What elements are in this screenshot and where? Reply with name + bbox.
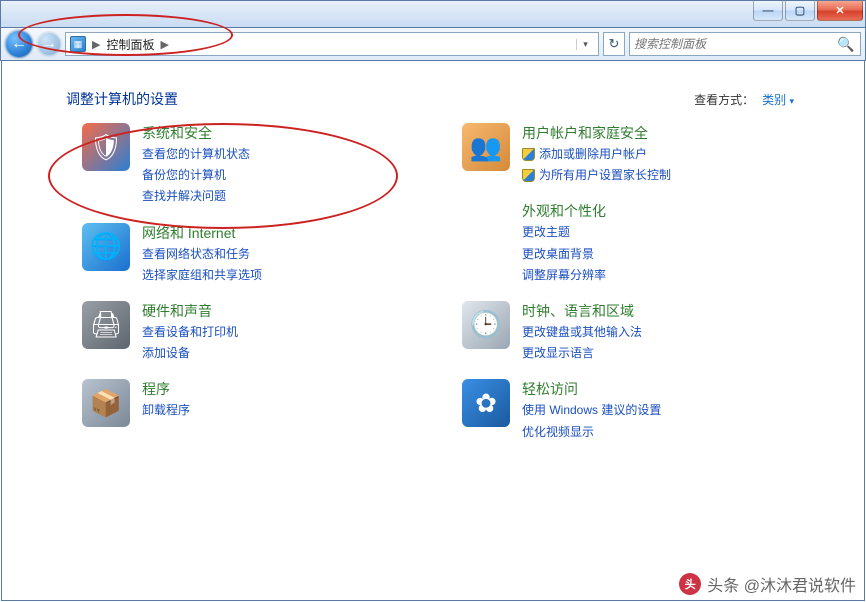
appearance-icon: 🖥 bbox=[462, 201, 510, 249]
users-icon: 👥 bbox=[462, 123, 510, 171]
category-body: 网络和 Internet 查看网络状态和任务选择家庭组和共享选项 bbox=[142, 223, 262, 285]
category-body: 用户帐户和家庭安全添加或删除用户帐户为所有用户设置家长控制 bbox=[522, 123, 671, 185]
watermark-text: 头条 @沐沐君说软件 bbox=[707, 572, 856, 596]
category-sublink[interactable]: 卸载程序 bbox=[142, 401, 190, 420]
nav-row: ← → ▦ ▶ 控制面板 ▶ ▾ ↻ 🔍 bbox=[0, 28, 866, 61]
security-icon: 🛡 bbox=[82, 123, 130, 171]
category-columns: 🛡系统和安全查看您的计算机状态备份您的计算机查找并解决问题🌐网络和 Intern… bbox=[2, 123, 864, 442]
content-area: 调整计算机的设置 查看方式： 类别 ▾ 🛡系统和安全查看您的计算机状态备份您的计… bbox=[1, 61, 865, 601]
access-icon: ✿ bbox=[462, 379, 510, 427]
column-right: 👥用户帐户和家庭安全添加或删除用户帐户为所有用户设置家长控制🖥外观和个性化更改主… bbox=[462, 123, 772, 442]
hardware-icon: 🖨 bbox=[82, 301, 130, 349]
category-title[interactable]: 用户帐户和家庭安全 bbox=[522, 123, 671, 143]
view-by: 查看方式： 类别 ▾ bbox=[694, 91, 794, 108]
search-button[interactable]: 🔍 bbox=[836, 36, 856, 53]
category-sublink[interactable]: 使用 Windows 建议的设置 bbox=[522, 401, 661, 420]
category-body: 硬件和声音查看设备和打印机添加设备 bbox=[142, 301, 238, 363]
minimize-button[interactable]: — bbox=[753, 1, 783, 21]
watermark-logo-icon: 头 bbox=[679, 573, 701, 595]
category-title[interactable]: 系统和安全 bbox=[142, 123, 250, 143]
breadcrumb-sep: ▶ bbox=[92, 38, 100, 51]
programs-icon: 📦 bbox=[82, 379, 130, 427]
category-sublink[interactable]: 查看您的计算机状态 bbox=[142, 145, 250, 164]
category-sublink[interactable]: 更改显示语言 bbox=[522, 344, 642, 363]
category-title[interactable]: 程序 bbox=[142, 379, 190, 399]
nav-forward-button[interactable]: → bbox=[37, 32, 61, 56]
address-dropdown-button[interactable]: ▾ bbox=[576, 39, 594, 50]
category-body: 程序卸载程序 bbox=[142, 379, 190, 420]
category-title[interactable]: 网络和 Internet bbox=[142, 223, 262, 243]
category-body: 系统和安全查看您的计算机状态备份您的计算机查找并解决问题 bbox=[142, 123, 250, 207]
category-programs: 📦 程序卸载程序 bbox=[82, 379, 392, 427]
chevron-down-icon: ▾ bbox=[789, 96, 794, 106]
category-title[interactable]: 外观和个性化 bbox=[522, 201, 606, 221]
category-clock: 🕒时钟、语言和区域更改键盘或其他输入法更改显示语言 bbox=[462, 301, 772, 363]
category-sublink[interactable]: 添加或删除用户帐户 bbox=[522, 145, 671, 164]
category-sublink[interactable]: 更改桌面背景 bbox=[522, 245, 606, 264]
address-bar[interactable]: ▦ ▶ 控制面板 ▶ ▾ bbox=[65, 32, 599, 56]
column-left: 🛡系统和安全查看您的计算机状态备份您的计算机查找并解决问题🌐网络和 Intern… bbox=[82, 123, 392, 442]
category-access: ✿轻松访问使用 Windows 建议的设置优化视频显示 bbox=[462, 379, 772, 441]
network-icon: 🌐 bbox=[82, 223, 130, 271]
category-sublink[interactable]: 为所有用户设置家长控制 bbox=[522, 166, 671, 185]
category-title[interactable]: 时钟、语言和区域 bbox=[522, 301, 642, 321]
category-sublink[interactable]: 更改主题 bbox=[522, 223, 606, 242]
category-sublink[interactable]: 调整屏幕分辨率 bbox=[522, 266, 606, 285]
category-title[interactable]: 轻松访问 bbox=[522, 379, 661, 399]
category-title[interactable]: 硬件和声音 bbox=[142, 301, 238, 321]
category-users: 👥用户帐户和家庭安全添加或删除用户帐户为所有用户设置家长控制 bbox=[462, 123, 772, 185]
breadcrumb-label[interactable]: 控制面板 bbox=[106, 36, 154, 53]
close-button[interactable]: ✕ bbox=[817, 1, 863, 21]
page-title: 调整计算机的设置 bbox=[66, 89, 178, 109]
refresh-button[interactable]: ↻ bbox=[603, 32, 625, 56]
clock-icon: 🕒 bbox=[462, 301, 510, 349]
shield-icon bbox=[522, 169, 535, 182]
category-hardware: 🖨硬件和声音查看设备和打印机添加设备 bbox=[82, 301, 392, 363]
titlebar: — ▢ ✕ bbox=[0, 0, 866, 28]
watermark: 头 头条 @沐沐君说软件 bbox=[679, 572, 856, 596]
category-body: 轻松访问使用 Windows 建议的设置优化视频显示 bbox=[522, 379, 661, 441]
nav-back-button[interactable]: ← bbox=[5, 30, 33, 58]
window-buttons: — ▢ ✕ bbox=[751, 1, 863, 21]
category-sublink[interactable]: 查看网络状态和任务 bbox=[142, 245, 262, 264]
category-body: 外观和个性化更改主题更改桌面背景调整屏幕分辨率 bbox=[522, 201, 606, 285]
category-sublink[interactable]: 优化视频显示 bbox=[522, 423, 661, 442]
category-sublink[interactable]: 选择家庭组和共享选项 bbox=[142, 266, 262, 285]
search-bar: 🔍 bbox=[629, 32, 861, 56]
search-input[interactable] bbox=[634, 37, 836, 51]
category-sublink[interactable]: 查找并解决问题 bbox=[142, 187, 250, 206]
breadcrumb-sep: ▶ bbox=[160, 38, 168, 51]
category-appearance: 🖥外观和个性化更改主题更改桌面背景调整屏幕分辨率 bbox=[462, 201, 772, 285]
control-panel-icon: ▦ bbox=[70, 36, 86, 52]
shield-icon bbox=[522, 148, 535, 161]
category-sublink[interactable]: 更改键盘或其他输入法 bbox=[522, 323, 642, 342]
view-by-value[interactable]: 类别 ▾ bbox=[762, 91, 794, 108]
category-body: 时钟、语言和区域更改键盘或其他输入法更改显示语言 bbox=[522, 301, 642, 363]
category-security: 🛡系统和安全查看您的计算机状态备份您的计算机查找并解决问题 bbox=[82, 123, 392, 207]
category-sublink[interactable]: 查看设备和打印机 bbox=[142, 323, 238, 342]
category-sublink[interactable]: 备份您的计算机 bbox=[142, 166, 250, 185]
view-by-label: 查看方式： bbox=[694, 91, 754, 108]
content-header: 调整计算机的设置 查看方式： 类别 ▾ bbox=[2, 61, 864, 123]
category-sublink[interactable]: 添加设备 bbox=[142, 344, 238, 363]
category-network: 🌐 网络和 Internet 查看网络状态和任务选择家庭组和共享选项 bbox=[82, 223, 392, 285]
maximize-button[interactable]: ▢ bbox=[785, 1, 815, 21]
